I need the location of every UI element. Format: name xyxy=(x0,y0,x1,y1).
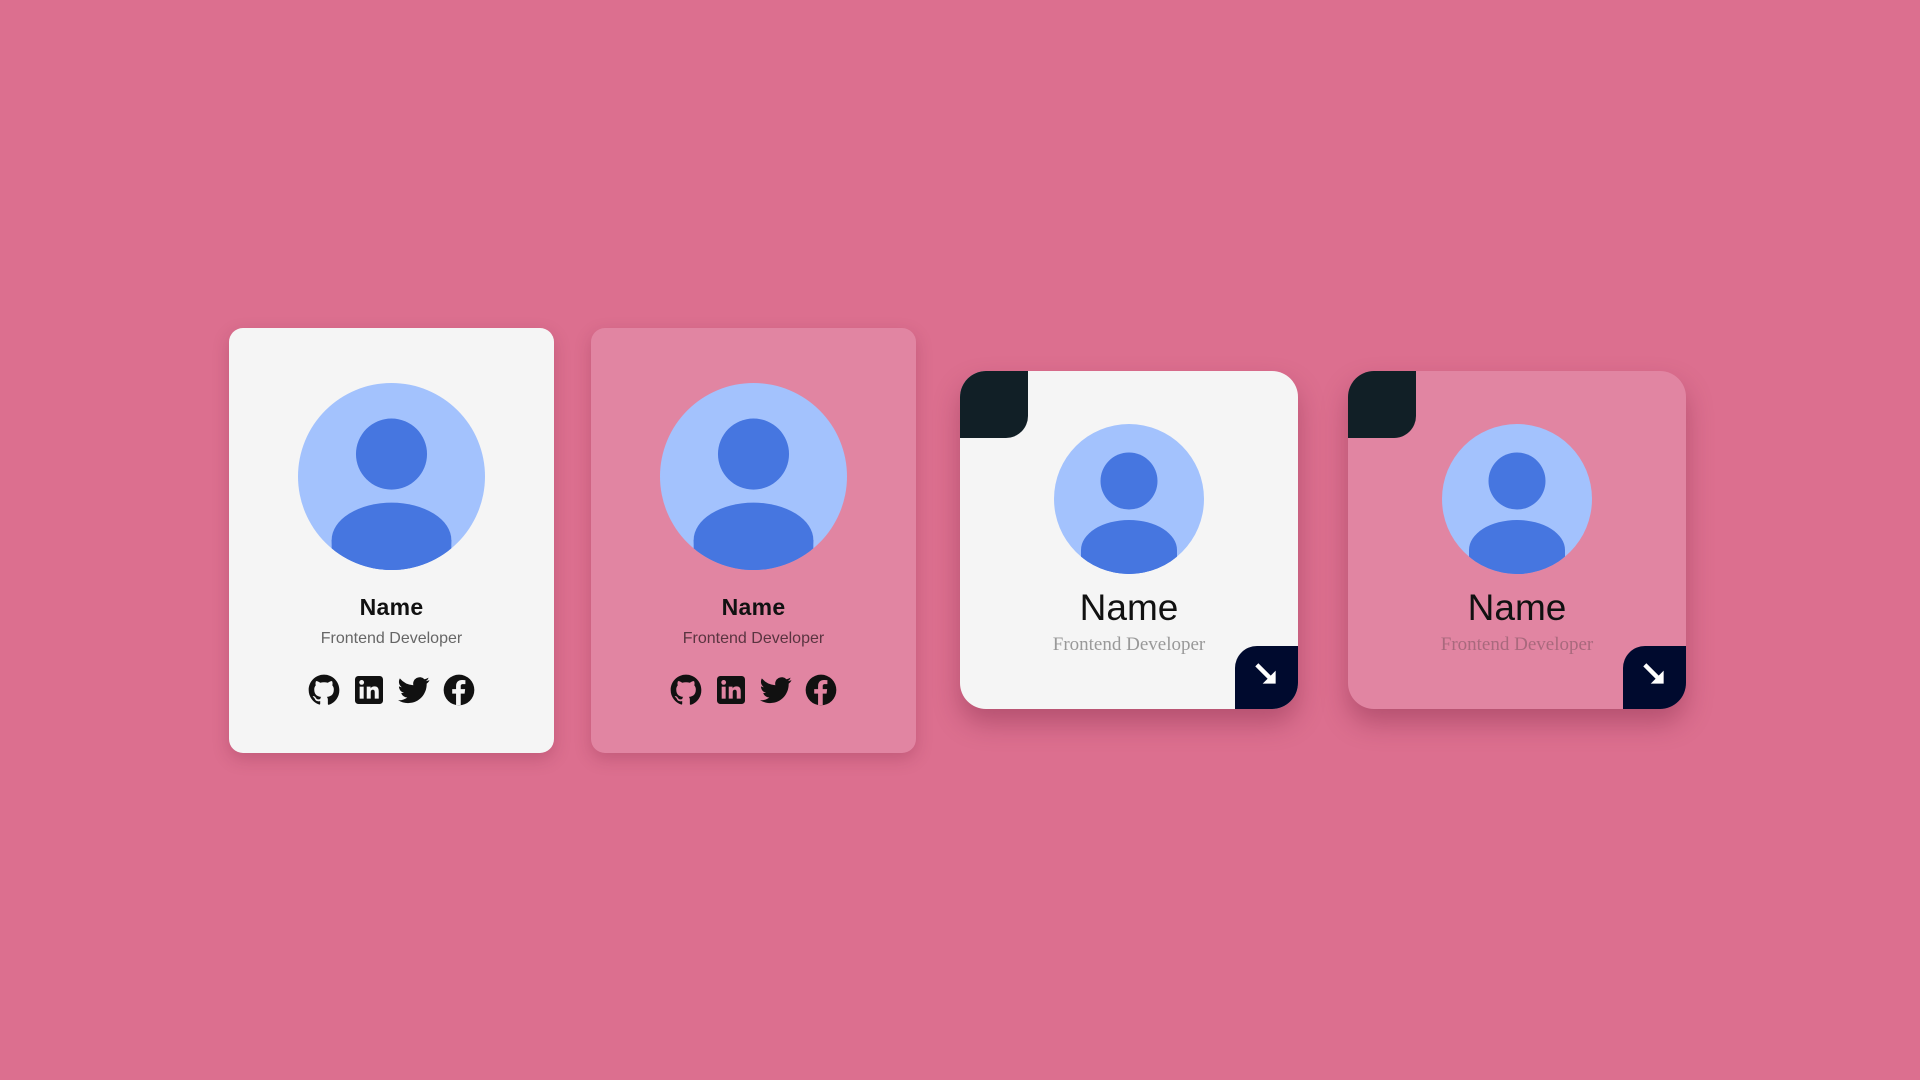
profile-role: Frontend Developer xyxy=(682,630,825,647)
arrow-down-right-icon xyxy=(1642,662,1668,693)
linkedin-icon[interactable] xyxy=(715,674,747,706)
profile-card-3[interactable]: Name Frontend Developer xyxy=(960,371,1298,709)
profile-card-2: Name Frontend Developer xyxy=(591,328,916,753)
corner-decoration xyxy=(1348,371,1416,438)
facebook-icon[interactable] xyxy=(443,674,475,706)
github-icon[interactable] xyxy=(308,674,340,706)
corner-decoration xyxy=(960,371,1028,438)
arrow-down-right-icon xyxy=(1254,662,1280,693)
profile-name: Name xyxy=(359,594,424,620)
profile-role: Frontend Developer xyxy=(320,630,463,647)
open-profile-button[interactable] xyxy=(1623,646,1686,709)
open-profile-button[interactable] xyxy=(1235,646,1298,709)
profile-name: Name xyxy=(721,594,786,620)
user-avatar-icon xyxy=(298,383,485,570)
social-links xyxy=(229,674,554,706)
social-links xyxy=(591,674,916,706)
profile-card-4[interactable]: Name Frontend Developer xyxy=(1348,371,1686,709)
linkedin-icon[interactable] xyxy=(353,674,385,706)
profile-name: Name xyxy=(1079,587,1179,628)
twitter-icon[interactable] xyxy=(760,674,792,706)
profile-card-1: Name Frontend Developer xyxy=(229,328,554,753)
facebook-icon[interactable] xyxy=(805,674,837,706)
user-avatar-icon xyxy=(660,383,847,570)
user-avatar-icon xyxy=(1442,424,1592,574)
profile-name: Name xyxy=(1467,587,1567,628)
user-avatar-icon xyxy=(1054,424,1204,574)
twitter-icon[interactable] xyxy=(398,674,430,706)
github-icon[interactable] xyxy=(670,674,702,706)
